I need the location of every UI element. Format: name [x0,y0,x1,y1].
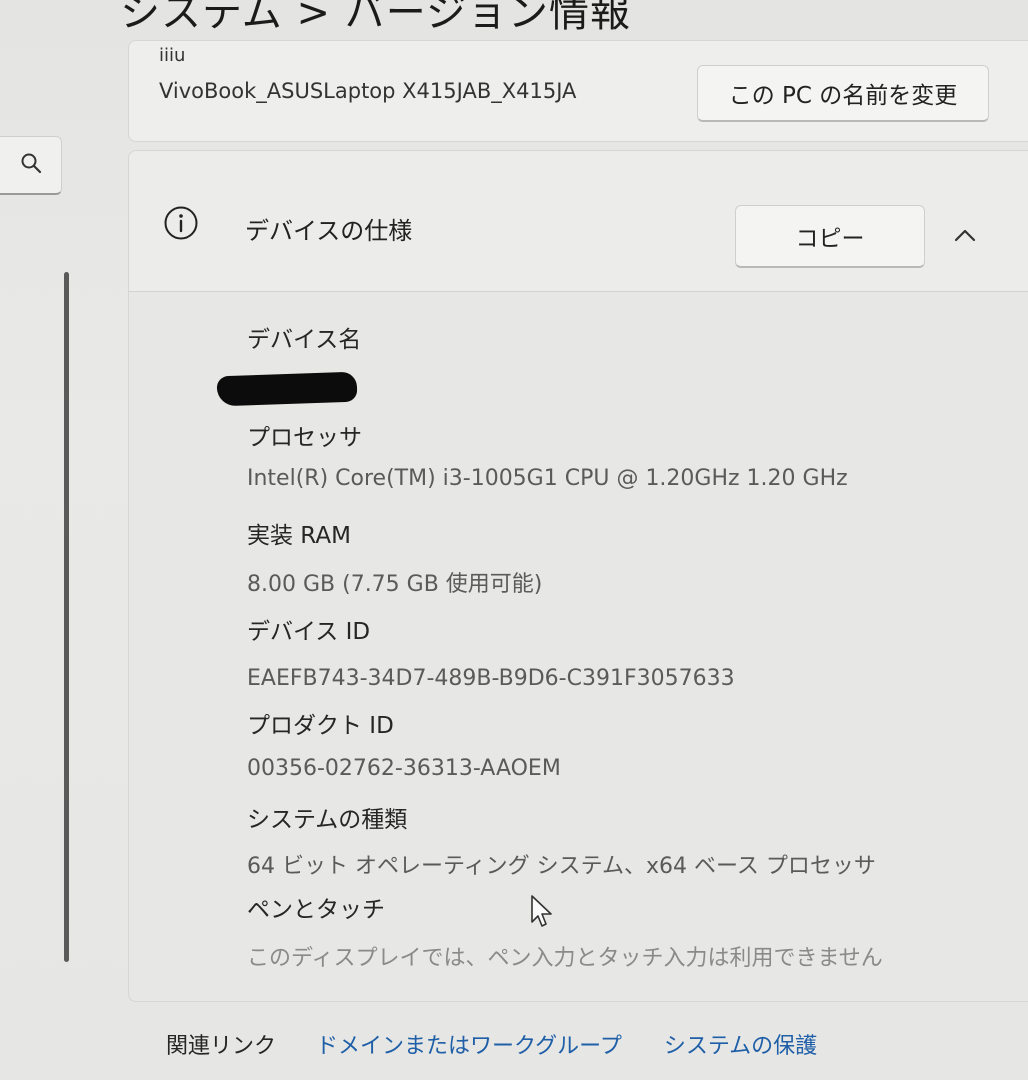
device-spec-title: デバイスの仕様 [245,217,413,245]
spec-value-product-id: 00356-02762-36313-AAOEM [247,756,561,781]
spec-value-pen-touch: このディスプレイでは、ペン入力とタッチ入力は利用できません [247,946,883,971]
spec-label-device-name: デバイス名 [247,327,362,353]
copy-button[interactable]: コピー [735,205,925,268]
redacted-device-name [216,371,358,407]
device-spec-header[interactable]: デバイスの仕様 コピー [129,151,1028,292]
search-icon [21,153,42,174]
related-links-label: 関連リンク [166,1034,277,1059]
nav-scrollbar[interactable] [64,272,69,962]
spec-value-device-id: EAEFB743-34D7-489B-B9D6-C391F3057633 [247,666,735,691]
spec-label-processor: プロセッサ [247,425,362,451]
device-spec-card: デバイスの仕様 コピー デバイス名 プロセッサ Intel(R) Core(TM… [128,150,1028,1002]
info-icon [164,206,198,240]
link-domain-workgroup[interactable]: ドメインまたはワークグループ [316,1028,622,1060]
spec-label-product-id: プロダクト ID [247,713,394,739]
spec-label-system-type: システムの種類 [247,807,408,833]
spec-value-system-type: 64 ビット オペレーティング システム、x64 ベース プロセッサ [247,854,876,879]
spec-value-ram: 8.00 GB (7.75 GB 使用可能) [247,572,543,597]
rename-pc-button[interactable]: この PC の名前を変更 [697,65,989,122]
cursor-icon [531,895,552,927]
device-model: VivoBook_ASUSLaptop X415JAB_X415JA [159,79,577,103]
device-name-partial: iiiu [159,45,186,66]
page-title: システム > バージョン情報 [120,0,631,36]
spec-label-ram: 実装 RAM [247,523,351,549]
search-box[interactable] [0,136,62,195]
spec-label-device-id: デバイス ID [247,619,371,645]
spec-label-pen-touch: ペンとタッチ [247,897,385,923]
chevron-up-icon[interactable] [953,227,977,243]
link-system-protection[interactable]: システムの保護 [664,1028,817,1060]
device-name-card: iiiu VivoBook_ASUSLaptop X415JAB_X415JA … [128,40,1028,142]
spec-value-processor: Intel(R) Core(TM) i3-1005G1 CPU @ 1.20GH… [247,466,848,491]
related-links-bar: 関連リンク ドメインまたはワークグループ システムの保護 [166,1028,859,1060]
